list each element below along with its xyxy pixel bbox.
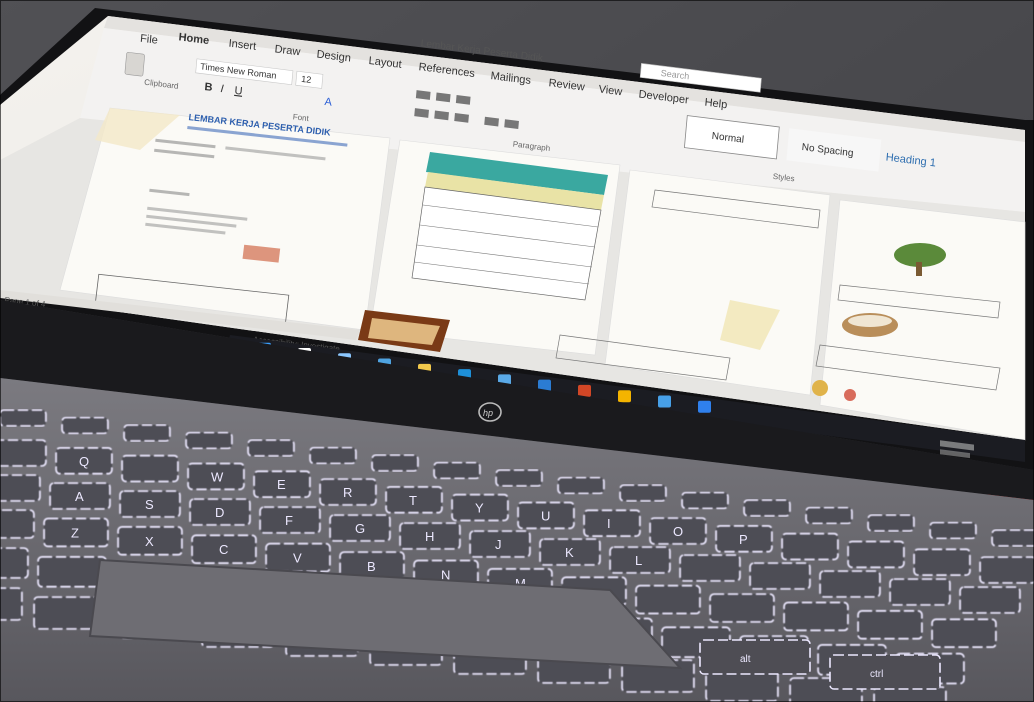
keyboard-key[interactable] xyxy=(889,578,951,606)
keyboard-key[interactable] xyxy=(847,540,905,569)
key-label: B xyxy=(367,559,376,574)
bold-icon[interactable]: B xyxy=(204,81,213,94)
keyboard-key[interactable] xyxy=(929,521,977,540)
keyboard-key[interactable] xyxy=(709,593,775,623)
keyboard-key[interactable] xyxy=(0,509,35,539)
keyboard-key[interactable] xyxy=(619,484,667,502)
key-label: X xyxy=(145,534,154,549)
key-label: H xyxy=(425,529,434,544)
keyboard-key[interactable] xyxy=(0,409,47,427)
key-label: D xyxy=(215,505,224,520)
chrome-icon[interactable] xyxy=(618,390,631,403)
keyboard-key-ctrl[interactable] xyxy=(829,654,941,690)
keyboard-key[interactable] xyxy=(247,439,295,457)
page-1: LEMBAR KERJA PESERTA DIDIK xyxy=(59,107,391,331)
key-label: U xyxy=(541,508,550,523)
keyboard-key[interactable] xyxy=(749,562,811,590)
keyboard-key[interactable] xyxy=(433,461,481,480)
key-label: S xyxy=(145,497,154,512)
paste-icon[interactable] xyxy=(124,52,145,77)
keyboard-key[interactable] xyxy=(743,499,791,517)
keyboard-key[interactable] xyxy=(681,491,729,510)
photo-scene: File Home Insert Draw Design Layout Refe… xyxy=(0,0,1034,702)
page-4 xyxy=(812,199,1026,441)
key-label: L xyxy=(635,553,642,568)
key-label: O xyxy=(673,524,683,539)
keyboard-key[interactable] xyxy=(557,476,605,495)
keyboard-key[interactable] xyxy=(679,554,741,582)
keyboard-key[interactable] xyxy=(123,424,171,442)
keyboard-key[interactable] xyxy=(913,548,971,577)
keyboard-key[interactable] xyxy=(805,506,853,525)
mail-icon[interactable] xyxy=(698,400,711,413)
key-label: T xyxy=(409,493,417,508)
powerpoint-icon[interactable] xyxy=(578,384,591,397)
keyboard-key[interactable] xyxy=(991,529,1034,547)
key-label: I xyxy=(607,516,611,531)
keyboard-key[interactable] xyxy=(0,439,47,467)
keyboard-key[interactable] xyxy=(61,416,109,435)
photos-icon[interactable] xyxy=(658,395,671,408)
underline-icon[interactable]: U xyxy=(234,85,243,98)
tab-file[interactable]: File xyxy=(140,33,159,47)
key-label: R xyxy=(343,485,352,500)
keyboard-key[interactable] xyxy=(37,555,107,588)
key-label: alt xyxy=(740,654,751,665)
keyboard-key[interactable] xyxy=(857,609,923,640)
key-label: W xyxy=(211,469,224,484)
key-label: ctrl xyxy=(870,669,883,680)
key-label: Z xyxy=(71,525,79,540)
font-size-value: 12 xyxy=(301,74,312,85)
keyboard-key[interactable] xyxy=(959,586,1021,614)
keyboard-key[interactable] xyxy=(819,570,881,598)
keyboard-key[interactable] xyxy=(309,446,357,465)
keyboard-key[interactable] xyxy=(781,532,839,561)
key-label: V xyxy=(293,551,302,566)
keyboard-key[interactable] xyxy=(979,556,1034,584)
key-label: Y xyxy=(475,501,484,516)
key-label: F xyxy=(285,513,293,528)
keyboard-key[interactable] xyxy=(867,514,915,532)
keyboard-key[interactable] xyxy=(495,469,543,487)
key-label: E xyxy=(277,477,286,492)
keyboard-key[interactable] xyxy=(635,584,701,615)
key-label: K xyxy=(565,545,574,560)
keyboard-key[interactable] xyxy=(371,454,419,472)
key-label: G xyxy=(355,521,365,536)
key-label: P xyxy=(739,532,748,547)
keyboard-key[interactable] xyxy=(0,547,29,579)
keyboard-key[interactable] xyxy=(931,618,997,649)
keyboard-key[interactable] xyxy=(583,509,641,538)
svg-text:hp: hp xyxy=(483,408,493,418)
keyboard-key-alt[interactable] xyxy=(699,639,811,675)
keyboard-key[interactable] xyxy=(783,601,849,632)
page-2 xyxy=(358,139,621,356)
keyboard-key[interactable] xyxy=(121,454,179,483)
key-label: J xyxy=(495,537,502,552)
key-label: A xyxy=(75,489,84,504)
keyboard-key[interactable] xyxy=(185,431,233,450)
key-label: Q xyxy=(79,454,89,469)
keyboard-key[interactable] xyxy=(0,474,41,502)
key-label: C xyxy=(219,542,228,557)
keyboard-key[interactable] xyxy=(0,587,23,621)
